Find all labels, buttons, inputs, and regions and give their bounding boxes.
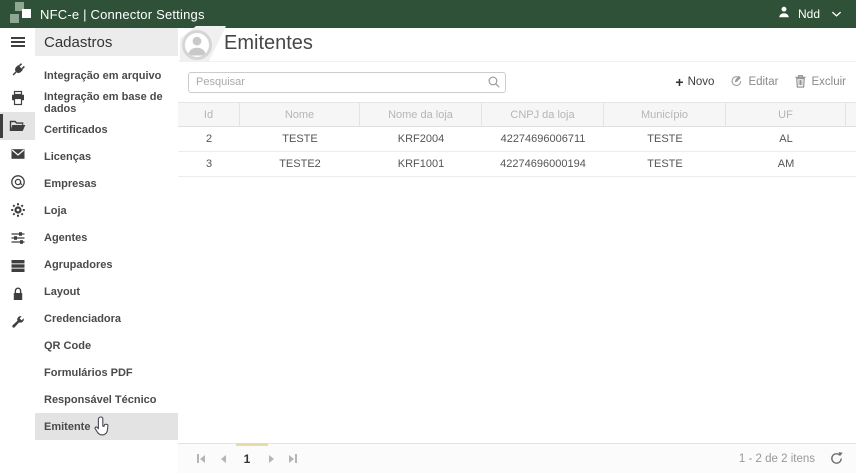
column-header-spacer — [846, 103, 856, 126]
column-header-id[interactable]: Id — [178, 103, 240, 126]
cell-municipio: TESTE — [604, 127, 726, 151]
sidebar: Cadastros Integração em arquivo Integraç… — [35, 28, 178, 473]
sidebar-item-responsavel-tecnico[interactable]: Responsável Técnico — [35, 386, 178, 413]
user-menu[interactable]: Ndd — [777, 5, 842, 24]
sidebar-item-emitente[interactable]: Emitente — [35, 413, 178, 440]
next-page-button[interactable] — [260, 448, 282, 470]
cell-uf: AM — [726, 152, 846, 176]
search-input[interactable] — [188, 72, 506, 93]
prev-page-button[interactable] — [212, 448, 234, 470]
cell-id: 2 — [178, 127, 240, 151]
sliders-icon[interactable] — [0, 224, 35, 252]
sidebar-item-certificados[interactable]: Certificados — [35, 116, 178, 143]
cell-id: 3 — [178, 152, 240, 176]
cell-cnpj: 42274696006711 — [482, 127, 604, 151]
printer-icon[interactable] — [0, 84, 35, 112]
plus-icon: + — [675, 75, 683, 89]
icon-rail — [0, 28, 35, 473]
sidebar-item-credenciadora[interactable]: Credenciadora — [35, 305, 178, 332]
column-header-nome[interactable]: Nome — [240, 103, 360, 126]
topbar: NFC-e | Connector Settings Ndd — [0, 0, 856, 28]
page-number[interactable]: 1 — [234, 452, 260, 466]
search-icon[interactable] — [487, 75, 501, 94]
editar-button[interactable]: Editar — [730, 74, 778, 91]
lock-icon[interactable] — [0, 280, 35, 308]
last-page-button[interactable] — [282, 448, 304, 470]
sidebar-item-licencas[interactable]: Licenças — [35, 143, 178, 170]
sidebar-item-qr-code[interactable]: QR Code — [35, 332, 178, 359]
sidebar-item-integracao-base-dados[interactable]: Integração em base de dados — [35, 89, 178, 116]
trash-icon — [794, 74, 807, 91]
cell-nome: TESTE — [240, 127, 360, 151]
pager-selected-accent — [236, 443, 268, 446]
app-title: NFC-e | Connector Settings — [40, 7, 205, 22]
sidebar-item-agrupadores[interactable]: Agrupadores — [35, 251, 178, 278]
column-header-nome-da-loja[interactable]: Nome da loja — [360, 103, 482, 126]
cell-uf: AL — [726, 127, 846, 151]
menu-icon[interactable] — [0, 28, 35, 56]
page-header: Emitentes — [178, 28, 856, 62]
plug-icon[interactable] — [0, 56, 35, 84]
gear-icon[interactable] — [0, 196, 35, 224]
page-title: Emitentes — [224, 32, 313, 55]
server-icon[interactable] — [0, 252, 35, 280]
chevron-down-icon — [831, 10, 842, 18]
column-header-uf[interactable]: UF — [726, 103, 846, 126]
sidebar-item-integracao-arquivo[interactable]: Integração em arquivo — [35, 62, 178, 89]
folder-open-icon[interactable] — [0, 112, 35, 140]
table-row[interactable]: 2 TESTE KRF2004 42274696006711 TESTE AL — [178, 127, 856, 152]
sidebar-item-loja[interactable]: Loja — [35, 197, 178, 224]
table-row[interactable]: 3 TESTE2 KRF1001 42274696000194 TESTE AM — [178, 152, 856, 177]
cell-nome-da-loja: KRF1001 — [360, 152, 482, 176]
table-header-row: Id Nome Nome da loja CNPJ da loja Municí… — [178, 103, 856, 127]
main-content: Emitentes + Novo Editar — [178, 28, 856, 473]
wrench-icon[interactable] — [0, 308, 35, 336]
pager-info: 1 - 2 de 2 itens — [739, 453, 815, 465]
emitentes-table: Id Nome Nome da loja CNPJ da loja Municí… — [178, 102, 856, 177]
cell-nome: TESTE2 — [240, 152, 360, 176]
cell-nome-da-loja: KRF2004 — [360, 127, 482, 151]
refresh-icon[interactable] — [829, 451, 844, 466]
novo-button[interactable]: + Novo — [675, 75, 714, 89]
column-header-cnpj-da-loja[interactable]: CNPJ da loja — [482, 103, 604, 126]
app-logo — [4, 0, 34, 28]
envelope-icon[interactable] — [0, 140, 35, 168]
cell-cnpj: 42274696000194 — [482, 152, 604, 176]
trash-icon-button[interactable]: Excluir — [794, 74, 846, 91]
sidebar-item-empresas[interactable]: Empresas — [35, 170, 178, 197]
user-name: Ndd — [798, 7, 820, 21]
sidebar-item-formularios-pdf[interactable]: Formulários PDF — [35, 359, 178, 386]
column-header-municipio[interactable]: Município — [604, 103, 726, 126]
sidebar-header: Cadastros — [35, 28, 178, 56]
sidebar-menu: Integração em arquivo Integração em base… — [35, 56, 178, 440]
cell-municipio: TESTE — [604, 152, 726, 176]
edit-icon — [730, 74, 744, 91]
at-icon[interactable] — [0, 168, 35, 196]
first-page-button[interactable] — [190, 448, 212, 470]
sidebar-item-layout[interactable]: Layout — [35, 278, 178, 305]
user-icon — [777, 5, 791, 24]
toolbar: + Novo Editar Excluir — [178, 62, 856, 102]
sidebar-item-agentes[interactable]: Agentes — [35, 224, 178, 251]
emitente-avatar-icon — [182, 30, 212, 60]
pager: 1 1 - 2 de 2 itens — [178, 443, 856, 473]
